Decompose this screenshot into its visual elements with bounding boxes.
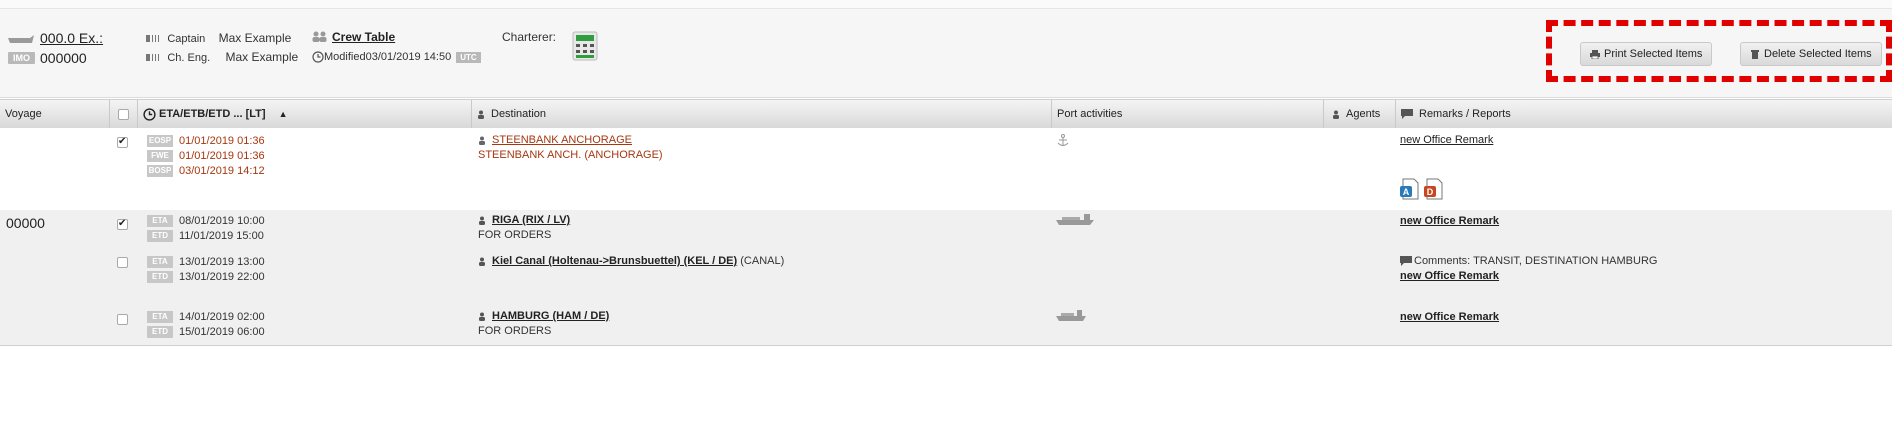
- vessel-name-link[interactable]: 000.0 Ex.:: [40, 30, 103, 46]
- col-select-all: [110, 100, 138, 128]
- destination-link[interactable]: STEENBANK ANCHORAGE: [492, 134, 632, 146]
- table-row[interactable]: 00000 ETA 08/01/2019 10:00 ETD 11/01/201…: [0, 210, 1892, 251]
- row-checkbox[interactable]: [117, 136, 128, 148]
- event-datetime: 01/01/2019 01:36: [179, 135, 265, 147]
- col-remarks-label: Remarks / Reports: [1419, 108, 1511, 120]
- captain-row: Captain Max Example: [146, 31, 291, 45]
- event-tag: ETA: [147, 215, 173, 227]
- table-header: Voyage ETA/ETB/ETD ... [LT] ▲ Destinatio…: [0, 99, 1892, 129]
- col-remarks[interactable]: Remarks / Reports: [1396, 100, 1892, 128]
- person-icon: [479, 216, 485, 225]
- event-tag: FWE: [147, 150, 173, 162]
- event-datetime: 03/01/2019 14:12: [179, 165, 265, 177]
- modified-value: 03/01/2019 14:50: [365, 51, 452, 63]
- comment-text: Comments: TRANSIT, DESTINATION HAMBURG: [1414, 255, 1658, 267]
- col-destination-label: Destination: [491, 108, 547, 120]
- event-datetime: 15/01/2019 06:00: [179, 326, 265, 338]
- clock-icon: [312, 51, 324, 63]
- people-icon: [312, 31, 327, 42]
- col-eta-label: ETA/ETB/ETD ... [LT]: [159, 108, 266, 120]
- event-datetime: 13/01/2019 22:00: [179, 271, 265, 283]
- top-strip: [0, 0, 1892, 9]
- select-all-checkbox[interactable]: [118, 108, 129, 120]
- destination-link[interactable]: RIGA (RIX / LV): [492, 214, 570, 226]
- captain-role: Captain: [167, 33, 206, 45]
- voyage-number: 00000: [6, 215, 45, 231]
- destination-cell: RIGA (RIX / LV) FOR ORDERS: [478, 214, 570, 241]
- event-datetime: 13/01/2019 13:00: [179, 256, 265, 268]
- table-bottom-border: [0, 345, 1892, 346]
- col-agents[interactable]: Agents: [1324, 100, 1396, 128]
- destination-cell: Kiel Canal (Holtenau->Brunsbuettel) (KEL…: [478, 255, 784, 267]
- svg-text:A: A: [1403, 187, 1410, 197]
- comment-icon: [1401, 109, 1413, 120]
- rank-icon: [146, 54, 161, 62]
- comment-icon: [1400, 256, 1412, 267]
- col-eta[interactable]: ETA/ETB/ETD ... [LT] ▲: [138, 100, 472, 128]
- person-icon: [479, 136, 485, 145]
- charterer-label: Charterer:: [502, 30, 557, 44]
- modified-info: Modified03/01/2019 14:50 UTC: [312, 51, 481, 63]
- rank-icon: [146, 35, 161, 43]
- row-checkbox[interactable]: [117, 314, 128, 325]
- col-agents-label: Agents: [1346, 108, 1381, 120]
- office-remark-link[interactable]: new Office Remark: [1400, 311, 1499, 323]
- toolbar-highlight-box: [1546, 20, 1892, 82]
- chief-engineer-row: Ch. Eng. Max Example: [146, 50, 298, 64]
- sort-asc-icon[interactable]: ▲: [279, 109, 288, 119]
- ship-icon: [8, 35, 34, 43]
- person-icon: [479, 312, 485, 321]
- clock-icon: [143, 107, 156, 121]
- anchor-icon: [1057, 134, 1069, 146]
- destination-subtext: FOR ORDERS: [478, 325, 552, 337]
- event-tag: BOSP: [147, 165, 173, 177]
- person-icon: [479, 257, 485, 266]
- row-checkbox[interactable]: [117, 218, 128, 230]
- destination-subtext: STEENBANK ANCH. (ANCHORAGE): [478, 149, 663, 161]
- event-tag: EOSP: [147, 135, 173, 147]
- event-tag: ETA: [147, 256, 173, 268]
- report-d-icon[interactable]: D: [1424, 178, 1444, 200]
- destination-subtext: FOR ORDERS: [478, 229, 552, 241]
- event-tag: ETA: [147, 311, 173, 323]
- ch-eng-role: Ch. Eng.: [167, 52, 211, 64]
- table-row[interactable]: ETA 13/01/2019 13:00 ETD 13/01/2019 22:0…: [0, 251, 1892, 293]
- office-remark-link[interactable]: new Office Remark: [1400, 215, 1499, 227]
- svg-text:D: D: [1427, 187, 1434, 197]
- table-row[interactable]: EOSP 01/01/2019 01:36 FWE 01/01/2019 01:…: [0, 128, 1892, 210]
- event-tag: ETD: [147, 230, 173, 242]
- col-destination[interactable]: Destination: [472, 100, 1052, 128]
- cargo-ship-icon: [1056, 310, 1086, 321]
- event-tag: ETD: [147, 326, 173, 338]
- office-remark-link[interactable]: new Office Remark: [1400, 134, 1493, 146]
- imo-value: 000000: [40, 50, 87, 66]
- event-datetime: 14/01/2019 02:00: [179, 311, 265, 323]
- utc-badge: UTC: [456, 51, 481, 63]
- person-icon: [478, 110, 484, 119]
- col-voyage[interactable]: Voyage: [0, 100, 110, 128]
- ch-eng-name: Max Example: [225, 50, 299, 64]
- destination-link[interactable]: Kiel Canal (Holtenau->Brunsbuettel) (KEL…: [492, 255, 737, 267]
- event-datetime: 01/01/2019 01:36: [179, 150, 265, 162]
- imo-badge: IMO: [8, 52, 35, 64]
- report-a-icon[interactable]: A: [1400, 178, 1420, 200]
- table-row[interactable]: ETA 14/01/2019 02:00 ETD 15/01/2019 06:0…: [0, 293, 1892, 345]
- captain-name: Max Example: [218, 31, 292, 45]
- agent-icon: [1333, 110, 1339, 119]
- col-port-activities[interactable]: Port activities: [1052, 100, 1324, 128]
- event-tag: ETD: [147, 271, 173, 283]
- modified-label: Modified: [324, 51, 366, 63]
- destination-cell: HAMBURG (HAM / DE) FOR ORDERS: [478, 310, 609, 337]
- office-remark-link[interactable]: new Office Remark: [1400, 270, 1499, 282]
- row-checkbox[interactable]: [117, 257, 128, 268]
- destination-suffix: (CANAL): [740, 255, 785, 267]
- calculator-icon[interactable]: [572, 31, 598, 61]
- comment-line: Comments: TRANSIT, DESTINATION HAMBURG: [1400, 255, 1657, 267]
- event-datetime: 11/01/2019 15:00: [179, 230, 264, 242]
- destination-link[interactable]: HAMBURG (HAM / DE): [492, 310, 609, 322]
- cargo-ship-icon: [1056, 214, 1094, 225]
- event-datetime: 08/01/2019 10:00: [179, 215, 265, 227]
- crew-table-link[interactable]: Crew Table: [332, 30, 395, 44]
- destination-cell: STEENBANK ANCHORAGE STEENBANK ANCH. (ANC…: [478, 134, 663, 161]
